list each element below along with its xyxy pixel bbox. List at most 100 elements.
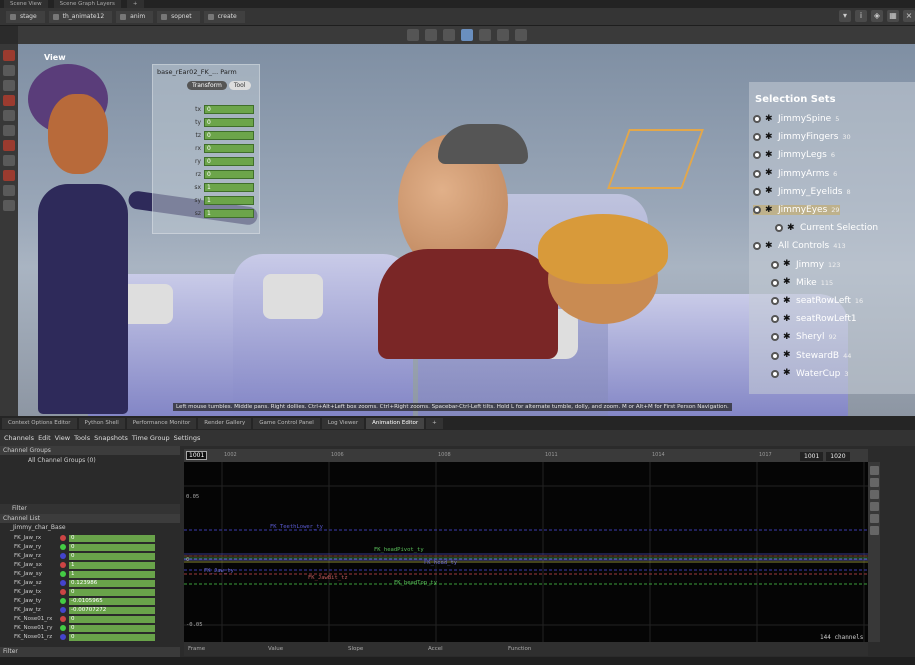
parm-field[interactable]: 0 (204, 118, 254, 127)
tab-animation-editor[interactable]: Animation Editor (366, 417, 425, 429)
display-icon[interactable] (514, 29, 527, 41)
selection-set-item[interactable]: ✱ seatRowLeft1 (771, 314, 861, 324)
parm-field[interactable]: 1 (204, 196, 254, 205)
camera-icon[interactable] (496, 29, 509, 41)
select-icon[interactable] (3, 65, 15, 76)
lock-icon[interactable] (3, 80, 15, 91)
close-icon[interactable]: × (903, 10, 915, 22)
parm-field[interactable]: 1 (204, 183, 254, 192)
chevron-down-icon[interactable]: ▾ (839, 10, 851, 22)
frame-all-icon[interactable] (869, 466, 879, 475)
tab-scene-view[interactable]: Scene View (4, 0, 48, 8)
range-start-field[interactable]: 1001 (800, 452, 824, 461)
pin-icon[interactable]: ◈ (871, 10, 883, 22)
channel-value-field[interactable]: 0 (69, 543, 155, 551)
move-tool-icon[interactable] (424, 29, 437, 41)
fit-vertical-icon[interactable] (869, 478, 879, 487)
tab-game-control[interactable]: Game Control Panel (253, 417, 320, 429)
brush-icon[interactable] (3, 95, 15, 106)
selection-set-item[interactable]: ✱ WaterCup 3 (771, 369, 848, 379)
tab-python-shell[interactable]: Python Shell (78, 417, 125, 429)
channel-value-field[interactable]: 0 (69, 588, 155, 596)
fit-horizontal-icon[interactable] (869, 490, 879, 499)
visibility-eye-icon[interactable] (753, 151, 761, 160)
channel-row[interactable]: FK_Jaw_rz 0 (0, 552, 170, 560)
visibility-eye-icon[interactable] (753, 169, 761, 178)
menu-time-group[interactable]: Time Group (132, 434, 170, 442)
channel-root[interactable]: _Jimmy_char_Base (0, 523, 180, 532)
filter-tab[interactable]: Filter (0, 504, 180, 514)
rotate-tool-icon[interactable] (442, 29, 455, 41)
normalize-icon[interactable] (869, 514, 879, 523)
visibility-eye-icon[interactable] (753, 242, 761, 251)
visibility-eye-icon[interactable] (753, 115, 761, 123)
function-field[interactable]: Function (504, 646, 584, 652)
slope-field[interactable]: Slope (344, 646, 424, 652)
selection-set-item[interactable]: ✱ JimmyEyes 29 (753, 205, 840, 215)
light-icon[interactable] (3, 200, 15, 211)
selection-set-item[interactable]: ✱ JimmyArms 6 (753, 169, 837, 179)
channel-filter[interactable]: Filter (0, 647, 180, 657)
channel-row[interactable]: FK_Jaw_tz -0.00707272 (0, 606, 170, 614)
visibility-eye-icon[interactable] (775, 224, 783, 233)
channel-row[interactable]: FK_Jaw_sz 0.123986 (0, 579, 170, 587)
selection-set-item[interactable]: ✱ seatRowLeft 16 (771, 296, 863, 306)
channel-row[interactable]: FK_Nose01_rx 0 (0, 615, 170, 623)
parm-field[interactable]: 0 (204, 105, 254, 114)
control-gizmo[interactable] (607, 129, 704, 189)
visibility-eye-icon[interactable] (753, 206, 761, 214)
menu-edit[interactable]: Edit (38, 434, 51, 442)
channel-row[interactable]: FK_Jaw_tx 0 (0, 588, 170, 596)
channel-row[interactable]: FK_Jaw_rx 0 (0, 534, 170, 542)
channel-value-field[interactable]: 1 (69, 561, 155, 569)
curve-graph[interactable]: 0.05 0 -0.05 FK_TeethLower_ty FK_headPivot_t… (184, 462, 868, 642)
tab-render-gallery[interactable]: Render Gallery (198, 417, 252, 429)
channel-value-field[interactable]: 0 (69, 534, 155, 542)
orbit-icon[interactable] (3, 185, 15, 196)
selection-set-item[interactable]: ✱ Jimmy_Eyelids 8 (753, 187, 851, 197)
menu-settings[interactable]: Settings (174, 434, 201, 442)
menu-snapshots[interactable]: Snapshots (94, 434, 128, 442)
path-animate[interactable]: th_animate12 (48, 10, 113, 23)
tab-scene-graph-layers[interactable]: Scene Graph Layers (53, 0, 121, 8)
menu-channels[interactable]: Channels (4, 434, 34, 442)
menu-view[interactable]: View (55, 434, 70, 442)
channel-value-field[interactable]: 0 (69, 624, 155, 632)
handle-tool-icon[interactable] (478, 29, 491, 41)
tab-log-viewer[interactable]: Log Viewer (321, 417, 365, 429)
pose-icon[interactable] (3, 170, 15, 181)
channel-value-field[interactable]: 1 (69, 570, 155, 578)
visibility-eye-icon[interactable] (771, 278, 779, 287)
visibility-eye-icon[interactable] (771, 297, 779, 305)
frame-field[interactable]: Frame (184, 646, 264, 652)
selection-set-item[interactable]: ✱ Sheryl 92 (771, 332, 837, 342)
path-create[interactable]: create (203, 10, 245, 23)
channel-row[interactable]: FK_Nose01_ry 0 (0, 624, 170, 632)
magnet-icon[interactable] (3, 140, 15, 151)
channel-row[interactable]: FK_Jaw_ry 0 (0, 543, 170, 551)
tab-tool[interactable]: Tool (228, 81, 251, 90)
time-ruler[interactable]: 1001 1002 1006 1008 1011 1014 1017 (184, 449, 868, 462)
selection-set-item[interactable]: ✱ JimmySpine 5 (753, 114, 839, 124)
info-icon[interactable]: i (855, 10, 867, 22)
channel-value-field[interactable]: 0 (69, 633, 155, 641)
selection-set-item[interactable]: ✱ Jimmy 123 (771, 260, 840, 270)
visibility-eye-icon[interactable] (771, 315, 779, 324)
selection-set-item[interactable]: ✱ JimmyLegs 6 (753, 150, 835, 160)
snap-icon[interactable] (869, 502, 879, 511)
value-field[interactable]: Value (264, 646, 344, 652)
range-end-field[interactable]: 1020 (826, 452, 850, 461)
tab-context-options[interactable]: Context Options Editor (2, 417, 77, 429)
scale-tool-icon[interactable] (460, 29, 473, 41)
parm-field[interactable]: 0 (204, 131, 254, 140)
visibility-eye-icon[interactable] (753, 133, 761, 142)
tab-performance-monitor[interactable]: Performance Monitor (126, 417, 197, 429)
parm-field[interactable]: 0 (204, 144, 254, 153)
channel-value-field[interactable]: 0 (69, 615, 155, 623)
visibility-eye-icon[interactable] (771, 369, 779, 378)
selection-set-item[interactable]: ✱ All Controls 413 (753, 241, 846, 251)
channel-row[interactable]: FK_Jaw_sy 1 (0, 570, 170, 578)
select-tool-icon[interactable] (406, 29, 419, 41)
accel-field[interactable]: Accel (424, 646, 504, 652)
visibility-eye-icon[interactable] (771, 351, 779, 360)
